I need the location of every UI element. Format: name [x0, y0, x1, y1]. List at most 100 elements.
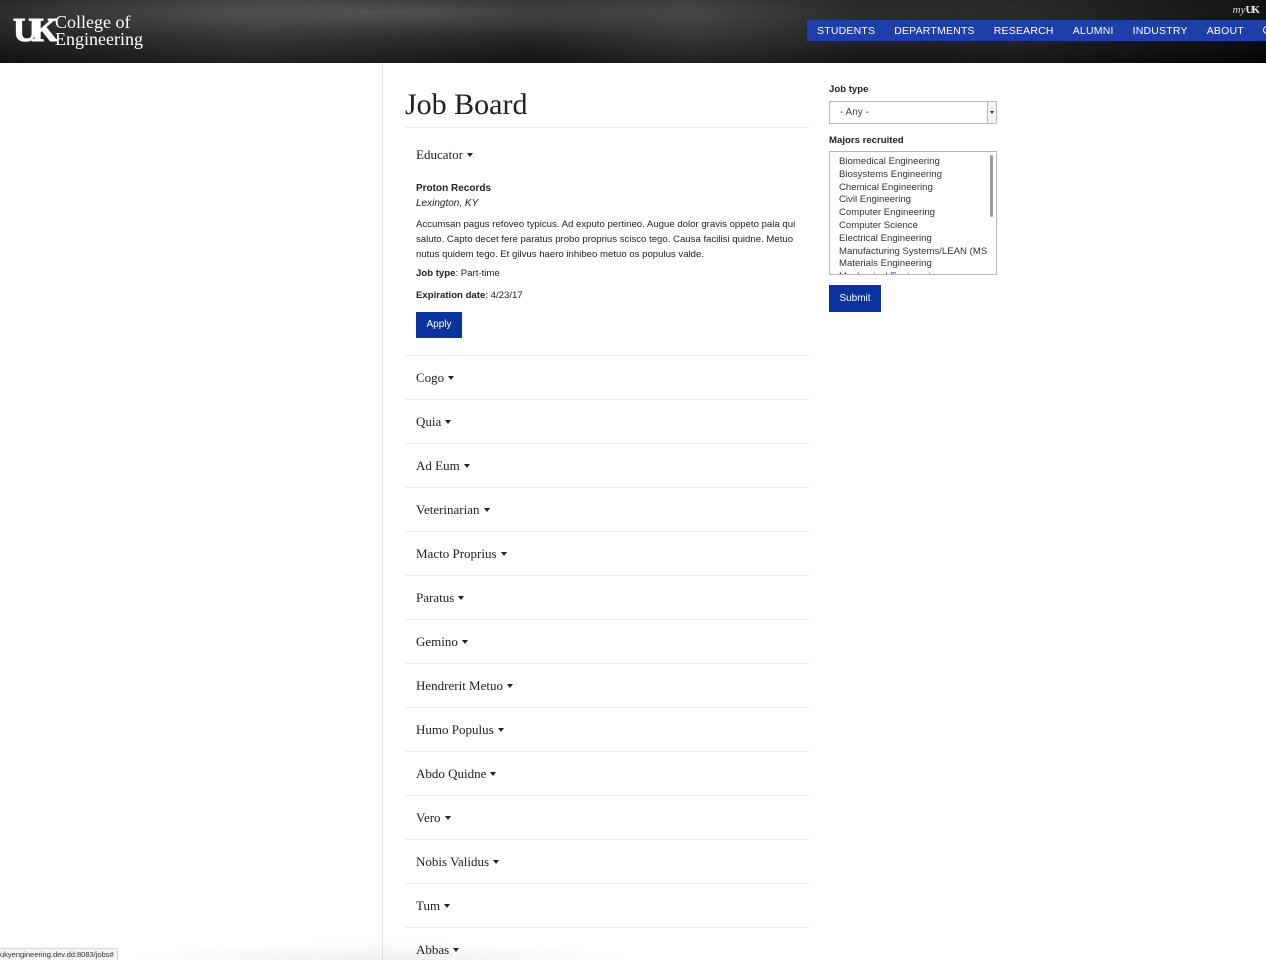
nav-research[interactable]: RESEARCH [994, 25, 1054, 37]
job-item: Cogo [405, 356, 809, 400]
major-option[interactable]: Civil Engineering [839, 194, 996, 207]
page-title: Job Board [405, 88, 528, 121]
job-location: Lexington, KY [416, 198, 479, 209]
expiration-label: Expiration date [416, 290, 486, 301]
myuk-link[interactable]: myUK [1233, 4, 1260, 16]
major-option[interactable]: Biomedical Engineering [839, 156, 996, 169]
nav-about[interactable]: ABOUT [1207, 25, 1244, 37]
caret-down-icon [458, 595, 465, 600]
job-toggle[interactable]: Tum [405, 884, 809, 927]
job-toggle[interactable]: Quia [405, 400, 809, 443]
caret-down-icon [500, 551, 507, 556]
submit-button[interactable]: Submit [829, 285, 881, 312]
major-option[interactable]: Electrical Engineering [839, 233, 996, 246]
caret-down-icon [497, 727, 504, 732]
site-header: UK College of Engineering myUK STUDENTS … [0, 0, 1266, 63]
job-toggle[interactable]: Macto Proprius [405, 532, 809, 575]
job-item-educator: Educator Proton Records Lexington, KY Ac… [405, 128, 809, 356]
caret-down-icon [483, 507, 490, 512]
nav-departments[interactable]: DEPARTMENTS [894, 25, 975, 37]
uk-logo-mark: UK [13, 12, 59, 49]
caret-down-icon [444, 903, 451, 908]
job-type-value: : Part-time [455, 268, 500, 279]
logo-line-2: Engineering [55, 29, 143, 49]
job-toggle[interactable]: Nobis Validus [405, 840, 809, 883]
job-toggle[interactable]: Ad Eum [405, 444, 809, 487]
job-item: Ad Eum [405, 444, 809, 488]
myuk-mark: UK [1245, 4, 1260, 16]
job-title: Educator [416, 147, 463, 162]
content-divider [382, 63, 383, 960]
job-type-row: Job type: Part-time [416, 267, 809, 281]
college-logo[interactable]: UK College of Engineering [13, 12, 143, 49]
job-toggle[interactable]: Veterinarian [405, 488, 809, 531]
job-toggle[interactable]: Humo Populus [405, 708, 809, 751]
job-toggle[interactable]: Paratus [405, 576, 809, 619]
major-option[interactable]: Biosystems Engineering [839, 169, 996, 182]
majors-listbox[interactable]: Biomedical Engineering Biosystems Enginee… [829, 151, 997, 275]
job-toggle[interactable]: Cogo [405, 356, 809, 399]
job-toggle[interactable]: Educator [405, 128, 809, 182]
major-option[interactable]: Chemical Engineering [839, 182, 996, 195]
nav-alumni[interactable]: ALUMNI [1073, 25, 1114, 37]
job-type-filter-label: Job type [829, 84, 869, 95]
job-item: Humo Populus [405, 708, 809, 752]
job-item: Abdo Quidne [405, 752, 809, 796]
job-filters: Job type - Any - Majors recruited Biomed… [829, 63, 999, 312]
logo-text: College of Engineering [55, 13, 143, 49]
listbox-scrollbar[interactable] [989, 153, 995, 273]
job-type-selected: - Any - [840, 107, 869, 118]
job-title: Humo Populus [416, 721, 494, 737]
nav-industry[interactable]: INDUSTRY [1133, 25, 1188, 37]
caret-down-icon [507, 683, 514, 688]
apply-button[interactable]: Apply [416, 312, 462, 338]
job-title: Tum [416, 897, 441, 913]
select-arrow-icon [987, 102, 996, 123]
majors-options: Biomedical Engineering Biosystems Enginee… [839, 156, 996, 274]
major-option[interactable]: Materials Engineering [839, 258, 996, 271]
expiration-row: Expiration date: 4/23/17 [416, 289, 809, 303]
caret-down-icon [490, 771, 497, 776]
status-shadow [120, 940, 640, 960]
job-item: Macto Proprius [405, 532, 809, 576]
job-description: Accumsan pagus refoveo typicus. Ad exput… [416, 219, 796, 260]
job-title: Gemino [416, 633, 458, 649]
job-toggle[interactable]: Vero [405, 796, 809, 839]
job-title: Vero [416, 809, 441, 825]
job-title: Abdo Quidne [416, 765, 487, 781]
job-item: Nobis Validus [405, 840, 809, 884]
job-item: Tum [405, 884, 809, 928]
job-title: Ad Eum [416, 457, 460, 473]
caret-down-icon [448, 375, 455, 380]
job-item: Vero [405, 796, 809, 840]
job-item: Veterinarian [405, 488, 809, 532]
nav-students[interactable]: STUDENTS [817, 25, 875, 37]
job-toggle[interactable]: Gemino [405, 620, 809, 663]
job-title: Veterinarian [416, 501, 480, 517]
job-board-main: Job Board Educator Proton Records Lexing… [405, 63, 809, 960]
major-option[interactable]: Computer Science [839, 220, 996, 233]
job-title: Paratus [416, 589, 455, 605]
job-title: Cogo [416, 369, 445, 385]
job-company: Proton Records [416, 183, 492, 194]
job-item: Quia [405, 400, 809, 444]
major-option[interactable]: Mechanical Engineering [839, 271, 996, 274]
major-option[interactable]: Computer Engineering [839, 207, 996, 220]
caret-down-icon [461, 639, 468, 644]
job-title: Macto Proprius [416, 545, 497, 561]
job-type-select[interactable]: - Any - [829, 101, 997, 124]
job-item: Hendrerit Metuo [405, 664, 809, 708]
caret-down-icon [444, 815, 451, 820]
job-title: Quia [416, 413, 442, 429]
job-toggle[interactable]: Abdo Quidne [405, 752, 809, 795]
job-details: Proton Records Lexington, KY Accumsan pa… [405, 182, 809, 355]
majors-filter-label: Majors recruited [829, 135, 904, 146]
caret-down-icon [445, 419, 452, 424]
caret-down-icon [463, 463, 470, 468]
caret-down-icon [493, 859, 500, 864]
main-nav: STUDENTS DEPARTMENTS RESEARCH ALUMNI IND… [807, 20, 1266, 41]
major-option[interactable]: Manufacturing Systems/LEAN (MS [839, 246, 996, 259]
job-toggle[interactable]: Hendrerit Metuo [405, 664, 809, 707]
job-title: Nobis Validus [416, 853, 490, 869]
status-url-bar: ukyengineering.dev.dd:8083/jobs# [0, 948, 118, 960]
